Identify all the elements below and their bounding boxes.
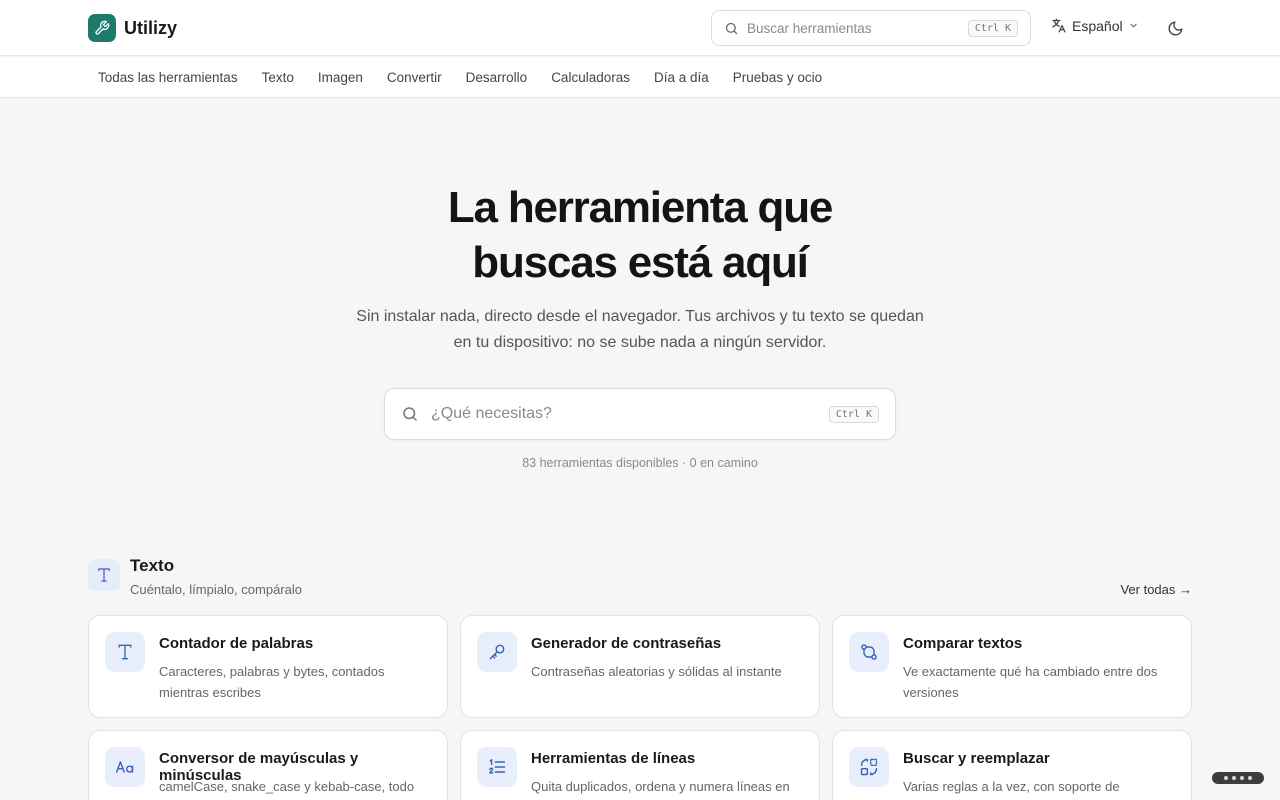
- git-compare-icon: [849, 632, 889, 672]
- case-aa-icon: [105, 747, 145, 787]
- search-icon: [403, 407, 417, 421]
- hero-title-line-2: buscas está aquí: [472, 238, 809, 287]
- hero-search[interactable]: Ctrl K: [384, 388, 896, 440]
- floating-dev-toolbar-handle[interactable]: [1212, 772, 1264, 784]
- nav-item-all-tools[interactable]: Todas las herramientas: [88, 70, 248, 85]
- chevron-down-icon: [1129, 23, 1137, 28]
- search-shortcut-hint: Ctrl K: [967, 19, 1018, 37]
- section-description: Cuéntalo, límpialo, compáralo: [130, 582, 302, 597]
- tool-card-description: Caracteres, palabras y bytes, contados m…: [159, 664, 385, 700]
- tool-card-case-converter[interactable]: Conversor de mayúsculas y minúsculas cam…: [88, 730, 448, 800]
- tool-card-word-counter[interactable]: Contador de palabras Caracteres, palabra…: [88, 615, 448, 718]
- tool-card-compare-texts[interactable]: Comparar textos Ve exactamente qué ha ca…: [832, 615, 1192, 718]
- tool-card-description: Contraseñas aleatorias y sólidas al inst…: [531, 664, 782, 679]
- wrench-icon: [88, 14, 116, 42]
- nav-item-development[interactable]: Desarrollo: [456, 70, 538, 85]
- tool-card-description: camelCase, snake_case y kebab-case, todo…: [159, 779, 415, 794]
- top-bar: Utilizy Ctrl K Español: [0, 0, 1280, 56]
- dot-icon: [1232, 776, 1236, 780]
- tool-count-status: 83 herramientas disponibles · 0 en camin…: [522, 456, 758, 470]
- nav-item-tests-fun[interactable]: Pruebas y ocio: [723, 70, 832, 85]
- hero-title: La herramienta que buscas está aquí: [0, 180, 1280, 290]
- nav-item-image[interactable]: Imagen: [308, 70, 373, 85]
- text-t-icon: [105, 632, 145, 672]
- hero-search-input[interactable]: [431, 405, 829, 423]
- brand-logo-link[interactable]: Utilizy: [88, 14, 177, 42]
- tool-card-title: Comparar textos: [903, 635, 1023, 652]
- search-icon: [725, 22, 738, 34]
- hero-subtitle-line-1: Sin instalar nada, directo desde el nave…: [356, 308, 924, 325]
- numbered-list-icon: [477, 747, 517, 787]
- header-search[interactable]: Ctrl K: [711, 10, 1031, 46]
- tool-grid: Contador de palabras Caracteres, palabra…: [88, 615, 1192, 800]
- language-selector[interactable]: Español: [1050, 17, 1139, 34]
- text-t-icon: [88, 559, 120, 591]
- theme-toggle-button[interactable]: [1162, 15, 1188, 41]
- nav-item-calculators[interactable]: Calculadoras: [541, 70, 640, 85]
- moon-icon: [1168, 20, 1183, 35]
- tool-card-description: Quita duplicados, ordena y numera líneas…: [531, 779, 790, 794]
- hero-subtitle: Sin instalar nada, directo desde el nave…: [340, 304, 940, 356]
- nav-item-text[interactable]: Texto: [252, 70, 304, 85]
- hero-search-shortcut-hint: Ctrl K: [828, 405, 879, 423]
- dot-icon: [1224, 776, 1228, 780]
- tool-card-description: Varias reglas a la vez, con soporte de: [903, 779, 1120, 794]
- tool-card-title: Herramientas de líneas: [531, 750, 696, 767]
- nav-item-convert[interactable]: Convertir: [377, 70, 452, 85]
- language-label: Español: [1072, 17, 1123, 34]
- tool-card-title: Generador de contraseñas: [531, 635, 722, 652]
- header-search-input[interactable]: [747, 20, 968, 36]
- section-title: Texto: [130, 556, 175, 575]
- see-all-link[interactable]: Ver todas →: [1120, 582, 1192, 597]
- key-icon: [477, 632, 517, 672]
- translate-icon: [1052, 18, 1066, 33]
- hero-title-line-1: La herramienta que: [447, 183, 834, 232]
- dot-icon: [1240, 776, 1244, 780]
- tool-card-line-tools[interactable]: Herramientas de líneas Quita duplicados,…: [460, 730, 820, 800]
- nav-item-everyday[interactable]: Día a día: [644, 70, 719, 85]
- tool-card-title: Contador de palabras: [159, 635, 314, 652]
- tool-card-password-generator[interactable]: Generador de contraseñas Contraseñas ale…: [460, 615, 820, 718]
- hero-subtitle-line-2: en tu dispositivo: no se sube nada a nin…: [453, 334, 827, 351]
- dot-icon: [1248, 776, 1252, 780]
- category-nav: Todas las herramientas Texto Imagen Conv…: [0, 57, 1280, 98]
- brand-name: Utilizy: [124, 17, 178, 38]
- tool-card-title: Buscar y reemplazar: [903, 750, 1050, 767]
- tool-card-find-replace[interactable]: Buscar y reemplazar Varias reglas a la v…: [832, 730, 1192, 800]
- replace-icon: [849, 747, 889, 787]
- section-header-text: Texto Cuéntalo, límpialo, compáralo Ver …: [88, 556, 1192, 602]
- tool-card-description: Ve exactamente qué ha cambiado entre dos…: [903, 664, 1158, 700]
